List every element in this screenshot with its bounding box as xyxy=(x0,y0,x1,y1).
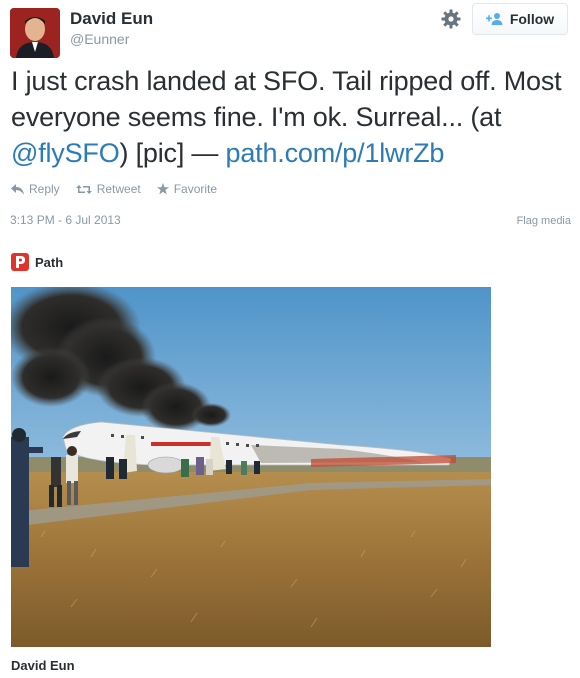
favorite-label: Favorite xyxy=(173,182,218,196)
mention-link[interactable]: @flySFO xyxy=(11,138,120,168)
follow-person-icon xyxy=(485,13,503,25)
user-handle[interactable]: @Eunner xyxy=(70,31,129,47)
tweet-text-main: I just crash landed at SFO. Tail ripped … xyxy=(11,66,562,132)
photo-caption: David Eun xyxy=(11,658,75,673)
tweet-actions: Reply Retweet Favorite xyxy=(11,182,217,196)
favorite-star-icon xyxy=(156,183,169,195)
reply-action[interactable]: Reply xyxy=(11,182,60,196)
reply-icon xyxy=(11,183,24,195)
avatar-image xyxy=(10,8,60,58)
tweet-text: I just crash landed at SFO. Tail ripped … xyxy=(11,63,571,171)
path-logo-icon xyxy=(11,253,29,271)
tweet-text-after-mention: ) [pic] — xyxy=(119,138,226,168)
reply-label: Reply xyxy=(29,182,60,196)
follow-button-label: Follow xyxy=(509,11,555,27)
crash-photo-image xyxy=(11,287,491,647)
path-link[interactable]: path.com/p/1lwrZb xyxy=(226,138,445,168)
flag-media-link[interactable]: Flag media xyxy=(517,215,571,227)
gear-icon[interactable] xyxy=(440,8,462,30)
tweet-timestamp[interactable]: 3:13 PM - 6 Jul 2013 xyxy=(10,213,121,227)
favorite-action[interactable]: Favorite xyxy=(156,182,218,196)
media-source-name: Path xyxy=(35,254,64,270)
avatar[interactable] xyxy=(10,8,60,58)
tweet-photo[interactable] xyxy=(11,287,491,647)
user-name[interactable]: David Eun xyxy=(70,9,153,29)
media-source[interactable]: Path xyxy=(11,253,63,271)
retweet-label: Retweet xyxy=(96,182,141,196)
retweet-action[interactable]: Retweet xyxy=(75,182,141,196)
follow-button[interactable]: Follow xyxy=(472,3,568,35)
retweet-icon xyxy=(75,184,92,194)
